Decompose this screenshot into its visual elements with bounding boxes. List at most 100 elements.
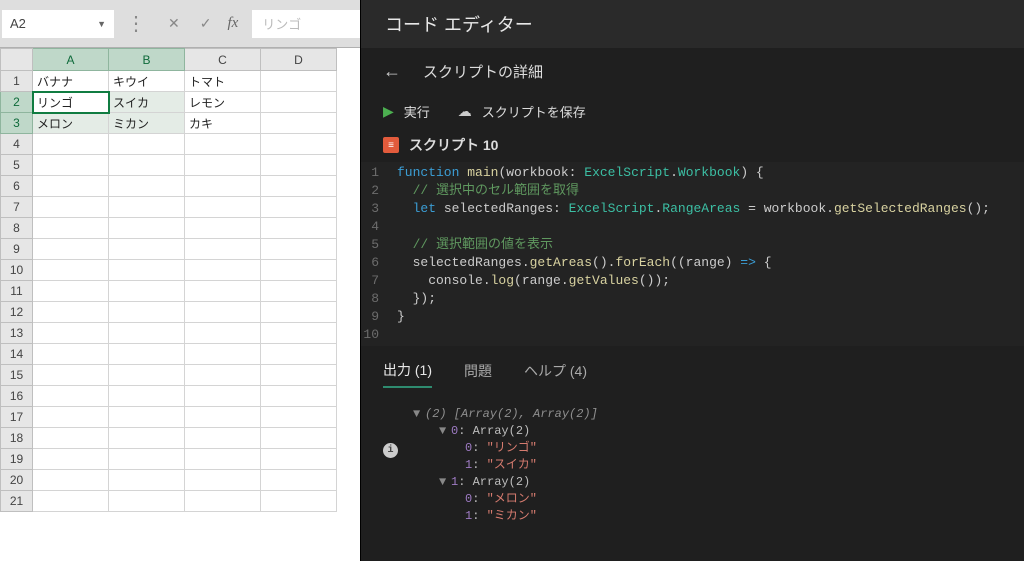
tab-help[interactable]: ヘルプ (4) [524,361,587,387]
cell-A14[interactable] [33,344,109,365]
cell-B8[interactable] [109,218,185,239]
col-header-D[interactable]: D [261,49,337,71]
cell-C7[interactable] [185,197,261,218]
cell-A15[interactable] [33,365,109,386]
row-header-3[interactable]: 3 [1,113,33,134]
confirm-icon[interactable]: ✓ [200,15,212,32]
cell-A3[interactable]: メロン [33,113,109,134]
cell-C6[interactable] [185,176,261,197]
cell-C13[interactable] [185,323,261,344]
code-line[interactable]: 3 let selectedRanges: ExcelScript.RangeA… [361,200,1024,218]
cell-A18[interactable] [33,428,109,449]
select-all-corner[interactable] [1,49,33,71]
code-line[interactable]: 10 [361,326,1024,344]
cell-grid[interactable]: ABCD1バナナキウイトマト2リンゴスイカレモン3メロンミカンカキ4567891… [0,48,360,561]
cell-B16[interactable] [109,386,185,407]
cell-C2[interactable]: レモン [185,92,261,113]
cell-A8[interactable] [33,218,109,239]
cell-B17[interactable] [109,407,185,428]
cell-C17[interactable] [185,407,261,428]
code-line[interactable]: 4 [361,218,1024,236]
cell-D10[interactable] [261,260,337,281]
code-line[interactable]: 6 selectedRanges.getAreas().forEach((ran… [361,254,1024,272]
cell-A2[interactable]: リンゴ [33,92,109,113]
cell-C16[interactable] [185,386,261,407]
cell-D6[interactable] [261,176,337,197]
fx-icon[interactable]: fx [227,15,238,32]
cell-A7[interactable] [33,197,109,218]
cell-B18[interactable] [109,428,185,449]
cancel-icon[interactable]: ✕ [168,15,180,32]
cell-B4[interactable] [109,134,185,155]
cell-C9[interactable] [185,239,261,260]
cell-C14[interactable] [185,344,261,365]
cell-A10[interactable] [33,260,109,281]
code-line[interactable]: 5 // 選択範囲の値を表示 [361,236,1024,254]
col-header-A[interactable]: A [33,49,109,71]
code-line[interactable]: 2 // 選択中のセル範囲を取得 [361,182,1024,200]
output-console[interactable]: ▼(2) [Array(2), Array(2)]▼0: Array(2)i 0… [361,388,1024,543]
row-header-17[interactable]: 17 [1,407,33,428]
row-header-15[interactable]: 15 [1,365,33,386]
code-line[interactable]: 7 console.log(range.getValues()); [361,272,1024,290]
row-header-19[interactable]: 19 [1,449,33,470]
cell-B6[interactable] [109,176,185,197]
row-header-12[interactable]: 12 [1,302,33,323]
cell-A20[interactable] [33,470,109,491]
cell-B11[interactable] [109,281,185,302]
cell-D15[interactable] [261,365,337,386]
cell-B1[interactable]: キウイ [109,71,185,92]
cell-C11[interactable] [185,281,261,302]
cell-C3[interactable]: カキ [185,113,261,134]
cell-B2[interactable]: スイカ [109,92,185,113]
row-header-21[interactable]: 21 [1,491,33,512]
row-header-13[interactable]: 13 [1,323,33,344]
cell-D5[interactable] [261,155,337,176]
cell-A5[interactable] [33,155,109,176]
cell-D8[interactable] [261,218,337,239]
save-script-button[interactable]: スクリプトを保存 [482,102,586,121]
cell-C19[interactable] [185,449,261,470]
cell-C15[interactable] [185,365,261,386]
cell-D3[interactable] [261,113,337,134]
cell-B20[interactable] [109,470,185,491]
code-line[interactable]: 9} [361,308,1024,326]
cell-B14[interactable] [109,344,185,365]
cell-D7[interactable] [261,197,337,218]
cell-D14[interactable] [261,344,337,365]
row-header-6[interactable]: 6 [1,176,33,197]
cell-D4[interactable] [261,134,337,155]
cell-A6[interactable] [33,176,109,197]
cell-D18[interactable] [261,428,337,449]
cell-C10[interactable] [185,260,261,281]
cloud-icon[interactable]: ☁︎ [458,103,472,120]
row-header-9[interactable]: 9 [1,239,33,260]
cell-C1[interactable]: トマト [185,71,261,92]
row-header-4[interactable]: 4 [1,134,33,155]
tab-output[interactable]: 出力 (1) [383,360,432,388]
info-icon[interactable]: i [383,443,398,458]
row-header-10[interactable]: 10 [1,260,33,281]
cell-B9[interactable] [109,239,185,260]
back-arrow-icon[interactable]: ← [383,61,401,82]
cell-C20[interactable] [185,470,261,491]
cell-A4[interactable] [33,134,109,155]
cell-D1[interactable] [261,71,337,92]
row-header-5[interactable]: 5 [1,155,33,176]
cell-A17[interactable] [33,407,109,428]
cell-B10[interactable] [109,260,185,281]
cell-A9[interactable] [33,239,109,260]
cell-A1[interactable]: バナナ [33,71,109,92]
row-header-2[interactable]: 2 [1,92,33,113]
row-header-7[interactable]: 7 [1,197,33,218]
cell-C4[interactable] [185,134,261,155]
cell-B15[interactable] [109,365,185,386]
run-button[interactable]: 実行 [404,102,430,121]
cell-D19[interactable] [261,449,337,470]
code-line[interactable]: 8 }); [361,290,1024,308]
cell-A11[interactable] [33,281,109,302]
cell-B12[interactable] [109,302,185,323]
cell-B13[interactable] [109,323,185,344]
cell-B3[interactable]: ミカン [109,113,185,134]
row-header-18[interactable]: 18 [1,428,33,449]
